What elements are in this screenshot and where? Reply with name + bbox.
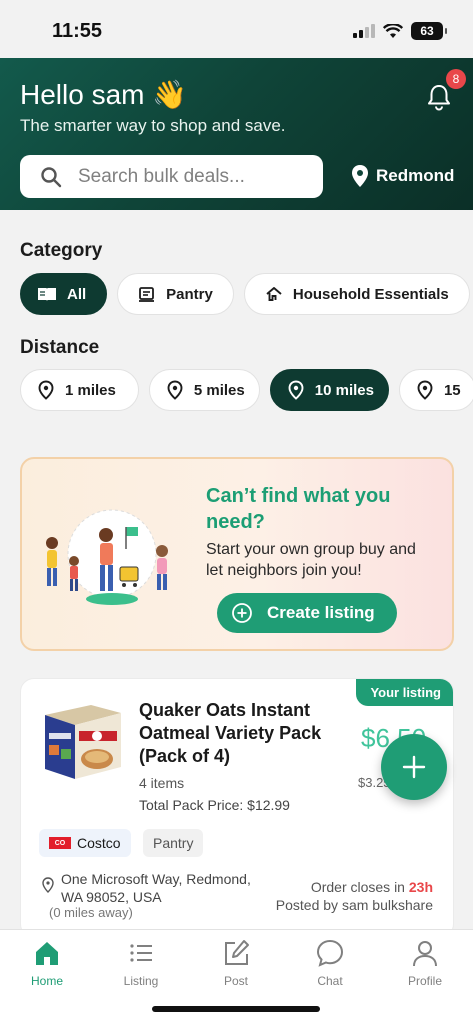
- list-icon: [130, 944, 152, 962]
- store-tag: CO Costco: [39, 829, 131, 857]
- distance-chips: 1 miles 5 miles 10 miles 15: [20, 369, 473, 411]
- location-pin-icon: [167, 380, 183, 400]
- promo-text: Start your own group buy and let neighbo…: [206, 541, 416, 579]
- distance-chip-1[interactable]: 1 miles: [20, 369, 139, 411]
- order-closes-time: 23h: [408, 879, 433, 895]
- listing-card[interactable]: Your listing Quaker Oats Instant Oatmeal…: [20, 678, 454, 938]
- category-chip-all[interactable]: All: [20, 273, 108, 315]
- chat-icon: [316, 939, 344, 967]
- greeting: Hello sam 👋: [20, 79, 188, 110]
- promo-card: Can’t find what you need? Start your own…: [20, 457, 454, 651]
- location-pin-icon: [38, 380, 54, 400]
- product-items: 4 items: [139, 775, 185, 791]
- profile-icon: [413, 941, 437, 967]
- distance-away: (0 miles away): [49, 905, 133, 920]
- distance-chip-label: 1 miles: [65, 381, 116, 399]
- tab-label: Post: [223, 974, 248, 988]
- status-time: 11:55: [52, 20, 103, 42]
- tab-post[interactable]: Post: [189, 938, 283, 988]
- product-title: Quaker Oats Instant Oatmeal Variety Pack…: [139, 700, 322, 766]
- home-icon: [36, 942, 58, 965]
- posted-by: Posted by sam bulkshare: [275, 897, 433, 913]
- listing-address: One Microsoft Way, Redmond, WA 98052, US…: [61, 871, 251, 905]
- your-listing-tag: Your listing: [356, 679, 453, 706]
- wifi-icon: [383, 23, 403, 38]
- location-pin-icon: [288, 380, 304, 400]
- location-pin-icon: [42, 877, 54, 893]
- create-listing-button[interactable]: Create listing: [217, 593, 397, 633]
- location-label: Redmond: [376, 166, 455, 185]
- tab-label: Chat: [317, 974, 343, 988]
- status-icons: 63: [353, 22, 447, 40]
- distance-chip-label: 15: [443, 381, 461, 399]
- plus-circle-icon: [232, 603, 252, 623]
- location-selector[interactable]: Redmond: [350, 164, 454, 188]
- order-closes-label: Order closes in: [310, 879, 405, 895]
- tab-label: Profile: [407, 974, 442, 988]
- search-icon: [41, 166, 62, 187]
- pantry-icon: [139, 287, 155, 302]
- status-bar: 11:55 63: [0, 0, 473, 58]
- tagline: The smarter way to shop and save.: [20, 116, 286, 135]
- category-chip-label: Household Essentials: [292, 285, 449, 303]
- category-title: Category: [20, 240, 103, 261]
- tab-label: Listing: [123, 974, 159, 988]
- location-pin-icon: [417, 380, 433, 400]
- distance-chip-5[interactable]: 5 miles: [148, 369, 260, 411]
- house-icon: [266, 287, 282, 301]
- category-chips: All Pantry Household Essentials: [20, 273, 470, 315]
- group-buy-illustration: [46, 509, 168, 605]
- product-image: [45, 705, 121, 779]
- tab-label: Home: [30, 974, 63, 988]
- book-icon: [38, 288, 56, 301]
- tab-home[interactable]: Home: [0, 938, 94, 988]
- store-name: Costco: [77, 835, 121, 851]
- category-chip-label: All: [67, 285, 87, 303]
- notification-badge: 8: [446, 69, 466, 89]
- edit-icon: [225, 940, 249, 965]
- category-chip-household[interactable]: Household Essentials: [243, 273, 470, 315]
- signal-icon: [353, 24, 375, 38]
- promo-title: Can’t find what you need?: [206, 485, 391, 533]
- search-input[interactable]: Search bulk deals...: [20, 155, 323, 198]
- search-placeholder: Search bulk deals...: [78, 165, 245, 187]
- distance-chip-label: 10 miles: [314, 381, 374, 399]
- tab-chat[interactable]: Chat: [283, 938, 377, 988]
- distance-chip-10[interactable]: 10 miles: [269, 369, 389, 411]
- costco-logo-icon: CO: [49, 837, 71, 849]
- distance-chip-15[interactable]: 15: [398, 369, 473, 411]
- add-fab-button[interactable]: [381, 734, 447, 800]
- category-chip-label: Pantry: [166, 285, 213, 303]
- header: Hello sam 👋 The smarter way to shop and …: [0, 58, 473, 210]
- distance-title: Distance: [20, 337, 100, 358]
- order-closes: Order closes in 23h: [311, 879, 433, 895]
- category-tag: Pantry: [143, 829, 204, 857]
- battery-indicator: 63: [411, 22, 447, 40]
- tab-listing[interactable]: Listing: [94, 938, 188, 988]
- location-pin-icon: [352, 165, 368, 187]
- plus-icon: [402, 755, 426, 779]
- create-listing-label: Create listing: [267, 603, 375, 622]
- product-total-price: Total Pack Price: $12.99: [139, 797, 290, 813]
- home-indicator: [152, 1006, 320, 1012]
- category-chip-pantry[interactable]: Pantry: [117, 273, 234, 315]
- tab-profile[interactable]: Profile: [378, 938, 472, 988]
- distance-chip-label: 5 miles: [193, 381, 245, 399]
